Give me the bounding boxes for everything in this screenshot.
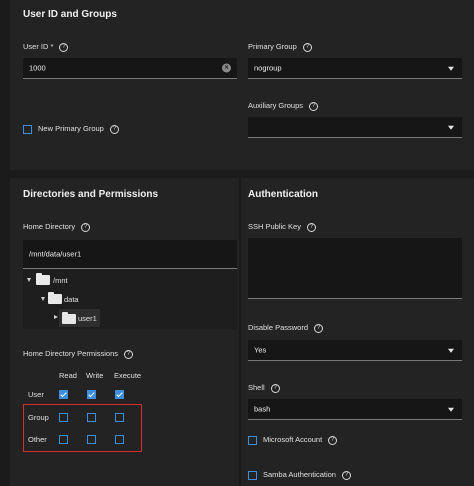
samba-auth-label-text: Samba Authentication (263, 470, 336, 479)
clear-icon[interactable]: × (222, 63, 231, 73)
other-execute-checkbox[interactable] (115, 435, 124, 444)
user-write-checkbox[interactable] (87, 390, 96, 399)
highlight-box (23, 404, 142, 452)
user-execute-checkbox[interactable] (115, 390, 124, 399)
group-read-checkbox[interactable] (59, 413, 68, 422)
ssh-key-label: SSH Public Key? (248, 222, 316, 232)
chevron-down-icon (448, 125, 454, 130)
home-directory-value: /mnt/data/user1 (29, 249, 82, 259)
help-icon[interactable]: ? (306, 222, 316, 232)
user-id-value: 1000 (29, 63, 46, 73)
authentication-title: Authentication (248, 189, 318, 200)
chevron-down-icon (448, 66, 454, 71)
help-icon[interactable]: ? (314, 323, 324, 333)
disable-password-value: Yes (254, 345, 267, 355)
expand-icon[interactable] (27, 278, 31, 282)
user-groups-title: User ID and Groups (23, 9, 117, 20)
primary-group-label-text: Primary Group (248, 42, 297, 51)
user-groups-panel (10, 0, 474, 170)
permission-column-execute: Execute (114, 371, 142, 380)
new-primary-group-checkbox[interactable] (23, 125, 32, 134)
primary-group-select[interactable]: nogroup (248, 58, 462, 79)
shell-label-text: Shell (248, 383, 265, 392)
home-directory-label-text: Home Directory (23, 222, 76, 231)
permissions-label-text: Home Directory Permissions (23, 349, 119, 358)
chevron-down-icon (448, 348, 454, 353)
group-write-checkbox[interactable] (87, 413, 96, 422)
help-icon[interactable]: ? (81, 222, 91, 232)
directory-tree: /mnt data user1 (23, 269, 237, 329)
folder-icon (36, 273, 50, 285)
expand-icon[interactable] (41, 297, 45, 301)
group-execute-checkbox[interactable] (115, 413, 124, 422)
microsoft-account-checkbox[interactable] (248, 436, 257, 445)
aux-groups-label: Auxiliary Groups? (248, 101, 319, 111)
ssh-key-label-text: SSH Public Key (248, 222, 301, 231)
user-read-checkbox[interactable] (59, 390, 68, 399)
shell-label: Shell? (248, 383, 280, 393)
new-primary-group-label: New Primary Group? (38, 124, 119, 134)
disable-password-label: Disable Password? (248, 323, 324, 333)
permission-row-user: User (28, 390, 44, 399)
chevron-down-icon (448, 407, 454, 412)
primary-group-value: nogroup (254, 63, 282, 73)
aux-groups-select[interactable] (248, 117, 462, 138)
help-icon[interactable]: ? (302, 42, 312, 52)
help-icon[interactable]: ? (124, 349, 134, 359)
ssh-key-textarea[interactable] (248, 238, 462, 299)
help-icon[interactable]: ? (328, 435, 338, 445)
folder-icon (62, 312, 76, 324)
other-read-checkbox[interactable] (59, 435, 68, 444)
user-id-input[interactable]: 1000 × (23, 58, 237, 79)
tree-node-data[interactable]: data (64, 295, 79, 304)
home-directory-label: Home Directory? (23, 222, 91, 232)
samba-auth-checkbox[interactable] (248, 471, 257, 480)
permission-row-group: Group (28, 413, 49, 422)
help-icon[interactable]: ? (109, 124, 119, 134)
shell-value: bash (254, 404, 271, 414)
permissions-label: Home Directory Permissions? (23, 349, 134, 359)
help-icon[interactable]: ? (59, 42, 69, 52)
new-primary-group-label-text: New Primary Group (38, 124, 104, 133)
permission-column-read: Read (59, 371, 77, 380)
expand-icon[interactable] (54, 315, 58, 319)
microsoft-account-label-text: Microsoft Account (263, 435, 323, 444)
permission-row-other: Other (28, 435, 47, 444)
directories-title: Directories and Permissions (23, 189, 159, 200)
permission-column-write: Write (86, 371, 104, 380)
disable-password-label-text: Disable Password (248, 323, 309, 332)
help-icon[interactable]: ? (270, 383, 280, 393)
other-write-checkbox[interactable] (87, 435, 96, 444)
help-icon[interactable]: ? (341, 470, 351, 480)
folder-icon (48, 292, 62, 304)
microsoft-account-label: Microsoft Account? (263, 435, 338, 445)
aux-groups-label-text: Auxiliary Groups (248, 101, 304, 110)
user-id-label: User ID *? (23, 42, 69, 52)
home-directory-input[interactable]: /mnt/data/user1 (23, 240, 237, 269)
primary-group-label: Primary Group? (248, 42, 312, 52)
shell-select[interactable]: bash (248, 399, 462, 420)
user-id-label-text: User ID * (23, 42, 54, 51)
tree-node-user1[interactable]: user1 (78, 314, 97, 323)
help-icon[interactable]: ? (309, 101, 319, 111)
disable-password-select[interactable]: Yes (248, 340, 462, 361)
tree-node-mnt[interactable]: /mnt (53, 276, 68, 285)
samba-auth-label: Samba Authentication? (263, 470, 351, 480)
